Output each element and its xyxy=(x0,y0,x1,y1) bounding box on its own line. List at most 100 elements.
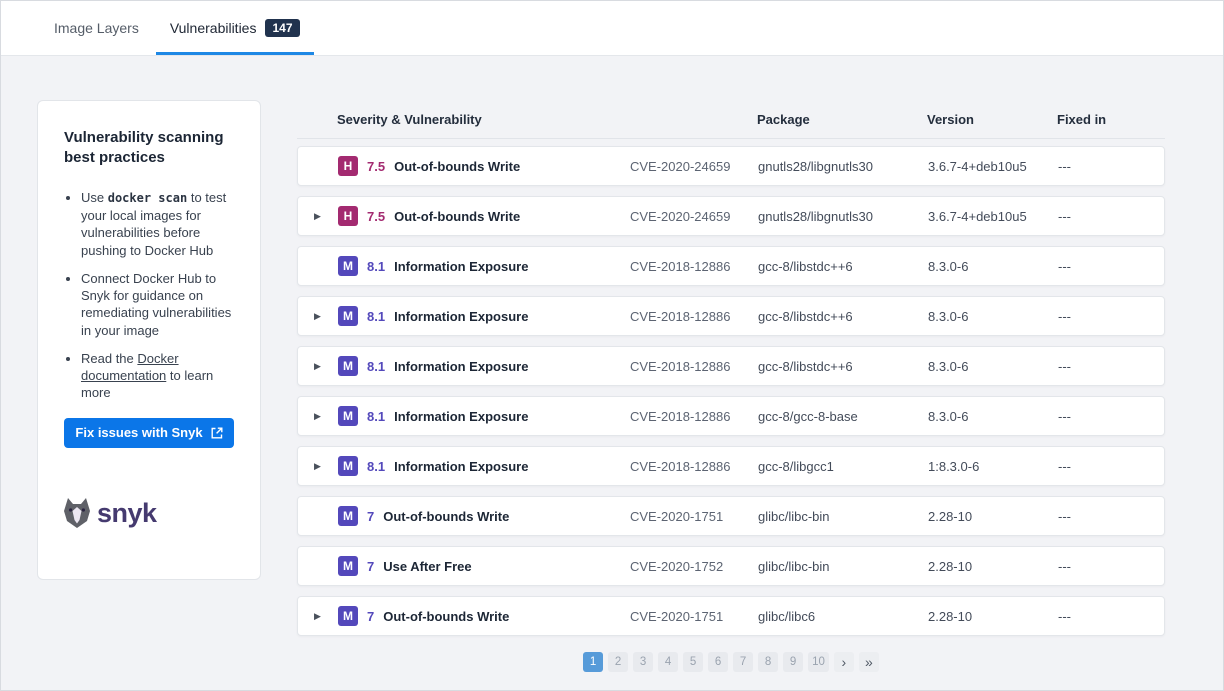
fixed-in-value: --- xyxy=(1058,259,1148,274)
tab-image-layers[interactable]: Image Layers xyxy=(37,1,156,55)
severity-vulnerability-cell: M 8.1 Information Exposure xyxy=(338,256,630,276)
tab-vulnerabilities-label: Vulnerabilities xyxy=(170,20,257,36)
vulnerability-name: Information Exposure xyxy=(394,359,528,374)
table-row[interactable]: ▶ M 8.1 Information Exposure CVE-2018-12… xyxy=(297,446,1165,486)
page-button-8[interactable]: 8 xyxy=(758,652,778,672)
vulnerability-name: Out-of-bounds Write xyxy=(394,159,520,174)
cve-id: CVE-2020-1751 xyxy=(630,609,758,624)
vulnerability-name: Information Exposure xyxy=(394,259,528,274)
expand-arrow-icon[interactable]: ▶ xyxy=(314,611,338,622)
vulnerability-name: Use After Free xyxy=(383,559,471,574)
page-button-1[interactable]: 1 xyxy=(583,652,603,672)
fixed-in-value: --- xyxy=(1058,309,1148,324)
expand-arrow-icon[interactable]: ▶ xyxy=(314,361,338,372)
severity-badge: M xyxy=(338,606,358,626)
page-button-7[interactable]: 7 xyxy=(733,652,753,672)
version-value: 3.6.7-4+deb10u5 xyxy=(928,159,1058,174)
snyk-wordmark: snyk xyxy=(97,498,157,529)
tip-text: Use xyxy=(81,190,108,205)
column-header-package: Package xyxy=(757,112,927,127)
severity-badge: M xyxy=(338,406,358,426)
vulnerability-name: Information Exposure xyxy=(394,409,528,424)
version-value: 3.6.7-4+deb10u5 xyxy=(928,209,1058,224)
page-button-2[interactable]: 2 xyxy=(608,652,628,672)
last-page-button[interactable]: » xyxy=(859,652,879,672)
best-practices-card: Vulnerability scanning best practices Us… xyxy=(37,100,261,580)
page-button-6[interactable]: 6 xyxy=(708,652,728,672)
cvss-score: 7.5 xyxy=(367,159,385,174)
docker-scan-command: docker scan xyxy=(108,191,187,205)
version-value: 1:8.3.0-6 xyxy=(928,459,1058,474)
tip-read-docs: Read the Docker documentation to learn m… xyxy=(81,350,234,402)
page-button-3[interactable]: 3 xyxy=(633,652,653,672)
severity-badge: M xyxy=(338,556,358,576)
severity-badge: M xyxy=(338,506,358,526)
severity-vulnerability-cell: M 7 Use After Free xyxy=(338,556,630,576)
cvss-score: 8.1 xyxy=(367,309,385,324)
expand-arrow-icon[interactable]: ▶ xyxy=(314,211,338,222)
table-row[interactable]: ▶ H 7.5 Out-of-bounds Write CVE-2020-246… xyxy=(297,146,1165,186)
tab-bar: Image Layers Vulnerabilities 147 xyxy=(1,1,1223,56)
version-value: 2.28-10 xyxy=(928,559,1058,574)
card-title: Vulnerability scanning best practices xyxy=(64,128,234,167)
table-row[interactable]: ▶ M 8.1 Information Exposure CVE-2018-12… xyxy=(297,396,1165,436)
tip-text: Read the xyxy=(81,351,137,366)
cvss-score: 7 xyxy=(367,609,374,624)
table-row[interactable]: ▶ M 7 Out-of-bounds Write CVE-2020-1751 … xyxy=(297,596,1165,636)
table-row[interactable]: ▶ M 7 Use After Free CVE-2020-1752 glibc… xyxy=(297,546,1165,586)
package-name: gnutls28/libgnutls30 xyxy=(758,159,928,174)
version-value: 8.3.0-6 xyxy=(928,259,1058,274)
column-header-severity: Severity & Vulnerability xyxy=(337,112,629,127)
package-name: glibc/libc-bin xyxy=(758,559,928,574)
fix-issues-with-snyk-button[interactable]: Fix issues with Snyk xyxy=(64,418,234,448)
cvss-score: 8.1 xyxy=(367,409,385,424)
fixed-in-value: --- xyxy=(1058,559,1148,574)
cve-id: CVE-2020-1751 xyxy=(630,509,758,524)
version-value: 2.28-10 xyxy=(928,509,1058,524)
external-link-icon xyxy=(211,427,223,439)
tip-docker-scan: Use docker scan to test your local image… xyxy=(81,189,234,259)
vulnerability-scan-screen: Image Layers Vulnerabilities 147 Vulnera… xyxy=(0,0,1224,691)
table-row[interactable]: ▶ H 7.5 Out-of-bounds Write CVE-2020-246… xyxy=(297,196,1165,236)
page-button-9[interactable]: 9 xyxy=(783,652,803,672)
expand-arrow-icon[interactable]: ▶ xyxy=(314,411,338,422)
cvss-score: 7 xyxy=(367,559,374,574)
severity-vulnerability-cell: M 8.1 Information Exposure xyxy=(338,356,630,376)
page-button-5[interactable]: 5 xyxy=(683,652,703,672)
severity-badge: M xyxy=(338,356,358,376)
version-value: 8.3.0-6 xyxy=(928,359,1058,374)
page-button-4[interactable]: 4 xyxy=(658,652,678,672)
table-row[interactable]: ▶ M 8.1 Information Exposure CVE-2018-12… xyxy=(297,296,1165,336)
next-page-button[interactable]: › xyxy=(834,652,854,672)
severity-badge: M xyxy=(338,306,358,326)
version-value: 2.28-10 xyxy=(928,609,1058,624)
package-name: gnutls28/libgnutls30 xyxy=(758,209,928,224)
version-value: 8.3.0-6 xyxy=(928,309,1058,324)
expand-arrow-icon[interactable]: ▶ xyxy=(314,311,338,322)
table-row[interactable]: ▶ M 8.1 Information Exposure CVE-2018-12… xyxy=(297,246,1165,286)
fixed-in-value: --- xyxy=(1058,409,1148,424)
tips-list: Use docker scan to test your local image… xyxy=(64,189,234,402)
column-header-version: Version xyxy=(927,112,1057,127)
snyk-logo: snyk xyxy=(64,498,234,529)
fixed-in-value: --- xyxy=(1058,509,1148,524)
severity-vulnerability-cell: M 7 Out-of-bounds Write xyxy=(338,606,630,626)
fixed-in-value: --- xyxy=(1058,209,1148,224)
table-row[interactable]: ▶ M 7 Out-of-bounds Write CVE-2020-1751 … xyxy=(297,496,1165,536)
tab-vulnerabilities[interactable]: Vulnerabilities 147 xyxy=(156,1,314,55)
severity-badge: H xyxy=(338,156,358,176)
package-name: glibc/libc6 xyxy=(758,609,928,624)
severity-badge: M xyxy=(338,456,358,476)
snyk-logo-icon xyxy=(64,498,90,528)
cve-id: CVE-2020-24659 xyxy=(630,159,758,174)
fixed-in-value: --- xyxy=(1058,159,1148,174)
severity-badge: H xyxy=(338,206,358,226)
table-row[interactable]: ▶ M 8.1 Information Exposure CVE-2018-12… xyxy=(297,346,1165,386)
expand-arrow-icon[interactable]: ▶ xyxy=(314,461,338,472)
severity-vulnerability-cell: M 8.1 Information Exposure xyxy=(338,306,630,326)
version-value: 8.3.0-6 xyxy=(928,409,1058,424)
page-button-10[interactable]: 10 xyxy=(808,652,829,672)
cve-id: CVE-2020-24659 xyxy=(630,209,758,224)
table-header: Severity & Vulnerability Package Version… xyxy=(297,101,1165,139)
package-name: gcc-8/libgcc1 xyxy=(758,459,928,474)
